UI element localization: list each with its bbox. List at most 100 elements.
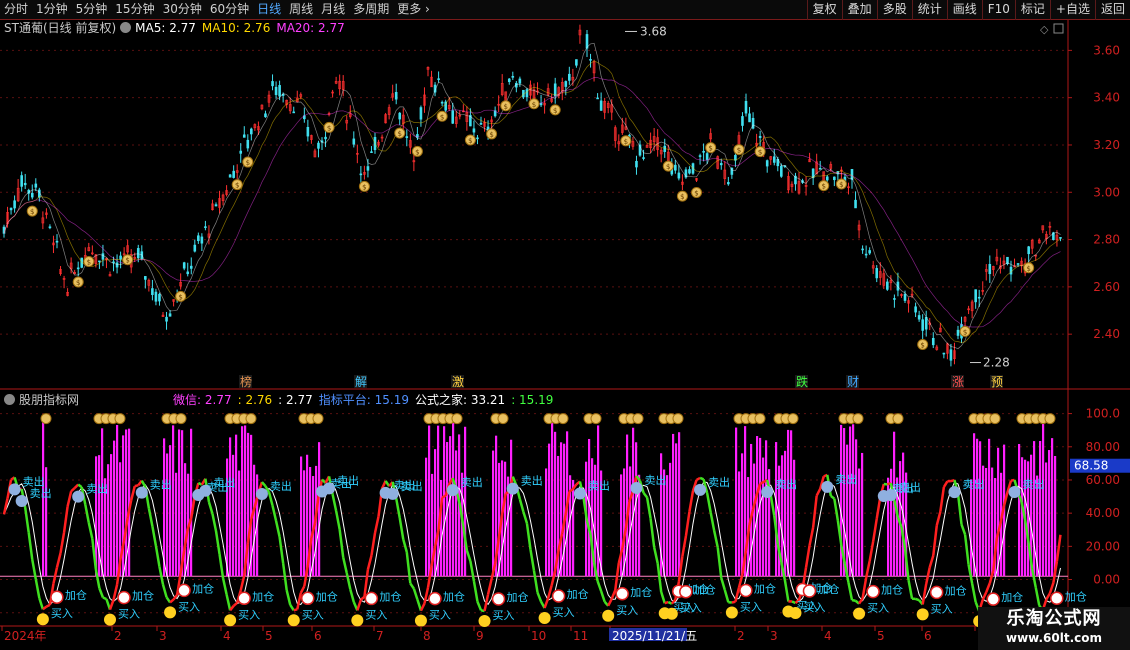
candle-body — [758, 135, 762, 138]
indicator-bar — [232, 454, 235, 577]
oscillator-segment — [928, 555, 935, 568]
candle-body — [200, 236, 204, 244]
indicator-bar — [1021, 457, 1024, 577]
candle-body — [479, 122, 483, 125]
add-position-icon — [739, 583, 753, 598]
oscillator-segment — [664, 600, 669, 605]
toolbar-button-2[interactable]: 多股 — [876, 0, 912, 20]
oscillator-segment — [476, 601, 483, 611]
oscillator-segment — [356, 599, 363, 611]
oscillator-segment — [935, 511, 942, 526]
sell-face-icon — [255, 488, 268, 501]
indicator-bar — [318, 442, 321, 577]
indicator-bar — [190, 428, 193, 577]
toolbar-button-1[interactable]: 叠加 — [841, 0, 877, 20]
oscillator-segment — [868, 541, 875, 562]
candle-body — [20, 175, 23, 187]
candle-body — [886, 281, 889, 290]
oscillator-segment — [363, 569, 370, 597]
date-label-9: 10 — [531, 629, 546, 643]
sell-face-icon — [761, 485, 774, 498]
toolbar-button-3[interactable]: 统计 — [911, 0, 947, 20]
candle-body — [278, 85, 281, 97]
oscillator-segment — [695, 476, 701, 482]
buy-smile-icon — [36, 613, 49, 626]
period-tab-5[interactable]: 60分钟 — [206, 2, 253, 16]
date-label-7: 8 — [423, 629, 431, 643]
sell-label: 卖出 — [775, 477, 797, 491]
candle-body — [193, 244, 197, 252]
indicator-bar — [1048, 450, 1051, 577]
chart-area[interactable]: $ $ $ $ $ $ $ $ $ $ $ $ $ $ $ $ $ $ $ $ $ $ $ $ $ $ $ $ $3.68 2.28 3.… — [0, 20, 1130, 650]
indicator-bar — [787, 429, 790, 577]
money-bag-icon — [497, 413, 509, 425]
candle-body — [264, 113, 267, 118]
indicator-bar — [455, 450, 458, 577]
indicator-chart[interactable]: 卖出卖出买入加仓卖出买入加仓卖出买入加仓卖出卖出买入加仓卖出买入加仓卖出卖出买入… — [0, 413, 1087, 628]
toolbar-button-6[interactable]: 标记 — [1014, 0, 1050, 20]
sell-label: 卖出 — [899, 480, 921, 494]
date-label-4: 5 — [265, 629, 273, 643]
price-kline-chart[interactable]: $ $ $ $ $ $ $ $ $ $ $ $ $ $ $ $ $ $ $ $ $ $ $ $ $ $ $ $ $3.68 2.28 — [2, 20, 1062, 370]
buy-label: 买入 — [803, 601, 825, 614]
period-tab-10[interactable]: 更多 › — [393, 2, 434, 16]
price-tick-label: 3.00 — [1093, 185, 1120, 199]
buy-label: 买入 — [51, 607, 73, 620]
indicator-bar — [678, 432, 681, 577]
oscillator-segment — [55, 552, 62, 568]
period-tab-7[interactable]: 周线 — [285, 2, 317, 16]
period-tab-1[interactable]: 1分钟 — [32, 2, 72, 16]
sell-label: 卖出 — [962, 477, 984, 491]
sell-face-icon — [135, 486, 148, 499]
indicator-bar — [666, 475, 669, 577]
toolbar-button-7[interactable]: +自选 — [1049, 0, 1095, 20]
indicator-bar — [1045, 462, 1048, 577]
period-tab-6[interactable]: 日线 — [253, 2, 285, 16]
period-tab-2[interactable]: 5分钟 — [72, 2, 112, 16]
money-bag-symbol: $ — [758, 149, 762, 157]
indicator-bar — [976, 438, 979, 577]
oscillator-segment — [341, 557, 348, 574]
candle-body — [189, 265, 193, 269]
indicator-tick-label: 0.00 — [1093, 573, 1120, 587]
indicator-bar — [623, 468, 626, 577]
candle-body — [76, 267, 80, 270]
period-tab-0[interactable]: 分时 — [0, 2, 32, 16]
toolbar-button-8[interactable]: 返回 — [1094, 0, 1130, 20]
oscillator-segment — [709, 512, 716, 532]
indicator-bar — [735, 427, 738, 577]
period-tab-9[interactable]: 多周期 — [349, 2, 393, 16]
period-tab-8[interactable]: 月线 — [317, 2, 349, 16]
indicator-bar — [970, 479, 973, 577]
indicator-bar — [632, 427, 635, 577]
oscillator-segment — [915, 597, 920, 602]
oscillator-segment — [52, 567, 59, 584]
money-bag-icon — [892, 413, 904, 425]
money-bag-symbol: $ — [821, 183, 825, 191]
period-tab-4[interactable]: 30分钟 — [159, 2, 206, 16]
oscillator-segment — [370, 532, 377, 556]
event-tags: 榜解激跌财涨预 — [239, 374, 1003, 389]
add-label: 加仓 — [881, 583, 903, 597]
indicator-bar — [172, 425, 175, 577]
price-axis: 3.60 3.40 3.20 3.00 2.80 2.60 2.40 ◇ — [1040, 23, 1120, 341]
oscillator-segment — [769, 494, 776, 516]
indicator-bar — [997, 447, 1000, 577]
toolbar-button-4[interactable]: 画线 — [946, 0, 982, 20]
sell-label: 卖出 — [270, 479, 292, 493]
candle-body — [9, 207, 13, 211]
toolbar-button-0[interactable]: 复权 — [806, 0, 842, 20]
oscillator-segment — [956, 493, 963, 525]
oscillator-segment — [988, 570, 995, 584]
buy-label: 买入 — [365, 608, 387, 621]
candle-body — [748, 113, 751, 123]
period-tab-3[interactable]: 15分钟 — [111, 2, 158, 16]
candle-body — [642, 157, 645, 159]
candle-body — [765, 160, 769, 167]
date-label-0: 2024年 — [4, 629, 47, 643]
oscillator-segment — [960, 524, 967, 535]
toolbar-button-5[interactable]: F10 — [981, 0, 1015, 20]
oscillator-segment — [808, 527, 815, 546]
indicator-tick-label: 80.00 — [1086, 440, 1120, 454]
toolbar-right-buttons: 复权 叠加 多股 统计 画线 F10 标记 +自选 返回 — [806, 0, 1130, 20]
